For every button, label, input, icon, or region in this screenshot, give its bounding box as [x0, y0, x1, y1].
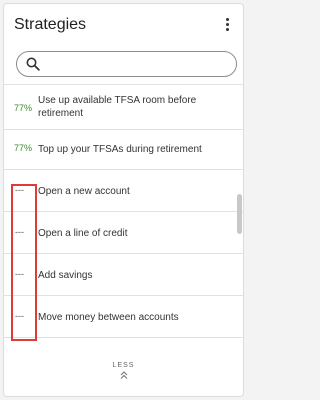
strategies-panel: Strategies 77% Use up available TFSA roo…	[3, 3, 244, 397]
strategy-label: Use up available TFSA room before retire…	[38, 95, 197, 119]
strategy-score: ---	[15, 269, 24, 279]
list-item[interactable]: --- Open a new account	[4, 169, 243, 211]
strategy-label: Top up your TFSAs during retirement	[38, 144, 202, 155]
strategy-label: Add savings	[38, 270, 93, 281]
strategy-label: Move money between accounts	[38, 312, 179, 323]
strategy-label: Open a new account	[38, 186, 130, 197]
search-input[interactable]	[45, 54, 229, 76]
search-icon	[26, 57, 40, 71]
less-button[interactable]: LESS	[4, 362, 243, 380]
strategy-score: ---	[15, 185, 24, 195]
strategy-score: 77%	[14, 103, 33, 113]
scrollbar-thumb[interactable]	[237, 194, 242, 234]
less-label: LESS	[112, 362, 135, 369]
list-item[interactable]: --- Add savings	[4, 253, 243, 295]
double-chevron-up-icon	[120, 371, 127, 379]
list-item[interactable]: 77% Use up available TFSA room before re…	[4, 84, 243, 129]
more-vertical-icon[interactable]	[224, 18, 230, 32]
list-item[interactable]: 77% Top up your TFSAs during retirement	[4, 129, 243, 169]
strategy-score: ---	[15, 311, 24, 321]
list-item[interactable]: --- Move money between accounts	[4, 295, 243, 338]
search-box[interactable]	[16, 51, 237, 77]
list-item[interactable]: --- Open a line of credit	[4, 211, 243, 253]
strategy-score: 77%	[14, 143, 33, 153]
panel-title: Strategies	[14, 16, 87, 33]
panel-header: Strategies	[4, 4, 243, 48]
strategy-score: ---	[15, 227, 24, 237]
strategy-label: Open a line of credit	[38, 228, 128, 239]
